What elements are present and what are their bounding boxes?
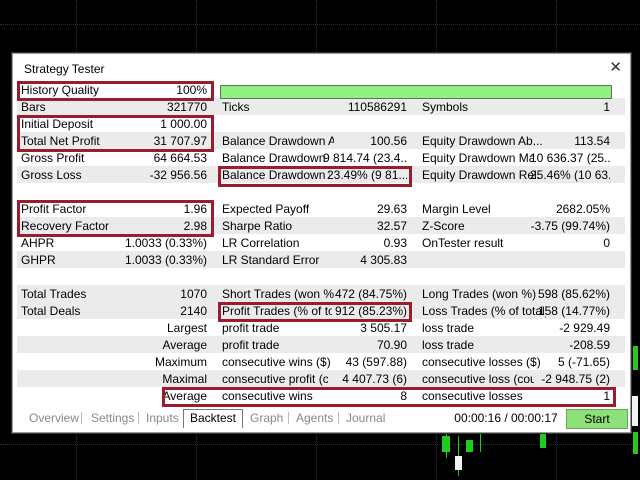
highlight-balance-drawdown-rel — [218, 166, 412, 187]
highlight-history-quality — [17, 81, 214, 101]
row-label: Total Trades — [21, 287, 87, 301]
tab-backtest[interactable]: Backtest — [183, 409, 244, 428]
candle — [466, 440, 473, 452]
row-label: consecutive loss (cou... — [422, 372, 534, 386]
candle — [442, 436, 450, 452]
row-value: 158 (14.77%) — [537, 304, 610, 318]
tab-inputs[interactable]: Inputs — [146, 410, 179, 426]
row-value: 32.57 — [376, 219, 407, 233]
close-icon[interactable]: ✕ — [609, 58, 622, 76]
row-label: Maximum — [154, 355, 207, 369]
title-bar[interactable]: Strategy Tester ✕ — [13, 54, 630, 81]
row-value: -3.75 (99.74%) — [530, 219, 610, 233]
row-value: 110586291 — [347, 100, 407, 114]
row-value: 70.90 — [376, 338, 407, 352]
row-label: GHPR — [21, 253, 56, 267]
row-value: 5 (-71.65) — [557, 355, 610, 369]
row-value: 2140 — [180, 304, 207, 318]
row-label: AHPR — [21, 236, 55, 250]
row-label: Bars — [21, 100, 46, 114]
tab-agents[interactable]: Agents — [296, 410, 333, 426]
row-value: -32 956.56 — [149, 168, 207, 182]
row-value: 100.56 — [370, 134, 407, 148]
row-value: 0.93 — [383, 236, 407, 250]
candle — [633, 346, 638, 370]
row-label: Average — [162, 338, 207, 352]
row-value: -2 948.75 (2) — [541, 372, 610, 386]
row-label: Gross Loss — [21, 168, 82, 182]
highlight-profit-trades — [218, 302, 412, 322]
tab-graph[interactable]: Graph — [250, 410, 283, 426]
row-label: Equity Drawdown Ma... — [422, 151, 534, 165]
row-label: Gross Profit — [21, 151, 85, 165]
candle — [540, 434, 546, 448]
backtest-report: History Quality 100% Bars 321770 Ticks 1… — [17, 81, 625, 407]
row-value: 1070 — [180, 287, 207, 301]
row-value: 2682.05% — [555, 202, 610, 216]
row-label: Loss Trades (% of total) — [422, 304, 546, 318]
row-value: 43 (597.88) — [345, 355, 407, 369]
row-label: Balance Drawdown ... — [222, 151, 328, 165]
start-button[interactable]: Start — [566, 409, 628, 429]
row-value: -208.59 — [569, 338, 610, 352]
row-value: 64 664.53 — [153, 151, 207, 165]
row-value: 472 (84.75%) — [334, 287, 407, 301]
highlight-consecutive — [162, 387, 616, 407]
row-value: 29.63 — [376, 202, 407, 216]
row-value: 1.0033 (0.33%) — [124, 253, 207, 267]
row-value: 10 636.37 (25.... — [530, 151, 610, 165]
row-value: 598 (85.62%) — [537, 287, 610, 301]
row-value: -2 929.49 — [559, 321, 610, 335]
history-quality-bar — [220, 85, 612, 99]
tab-bar: Overview Settings Inputs Backtest Graph … — [17, 408, 628, 430]
row-value: 9 814.74 (23.4... — [323, 151, 407, 165]
row-value: 113.54 — [574, 134, 610, 148]
tab-overview[interactable]: Overview — [29, 410, 79, 426]
row-value: 321770 — [166, 100, 207, 114]
tab-journal[interactable]: Journal — [346, 410, 385, 426]
candle — [455, 456, 462, 470]
tab-settings[interactable]: Settings — [91, 410, 134, 426]
row-value: 0 — [603, 236, 610, 250]
row-value: 1 — [603, 100, 610, 114]
candle-wick — [480, 432, 481, 452]
row-value: 4 407.73 (6) — [342, 372, 407, 386]
window-title: Strategy Tester — [24, 62, 105, 76]
row-label: Maximal — [162, 372, 207, 386]
row-label: consecutive profit (c... — [222, 372, 328, 386]
candle — [632, 396, 638, 426]
row-label: Total Deals — [21, 304, 81, 318]
highlight-deposit-netprofit — [17, 115, 214, 152]
row-value: 4 305.83 — [360, 253, 407, 267]
row-value: 1.0033 (0.33%) — [124, 236, 207, 250]
elapsed-timer: 00:00:16 / 00:00:17 — [454, 411, 558, 425]
highlight-factors — [17, 200, 214, 237]
row-label: Largest — [166, 321, 207, 335]
row-label: Equity Drawdown Rel... — [422, 168, 540, 182]
row-label: consecutive losses ($) — [422, 355, 541, 369]
row-value: 25.46% (10 63... — [530, 168, 610, 182]
row-value: 3 505.17 — [360, 321, 407, 335]
candle — [633, 432, 638, 454]
strategy-tester-window: Strategy Tester ✕ History Quality 100% B… — [12, 53, 631, 433]
